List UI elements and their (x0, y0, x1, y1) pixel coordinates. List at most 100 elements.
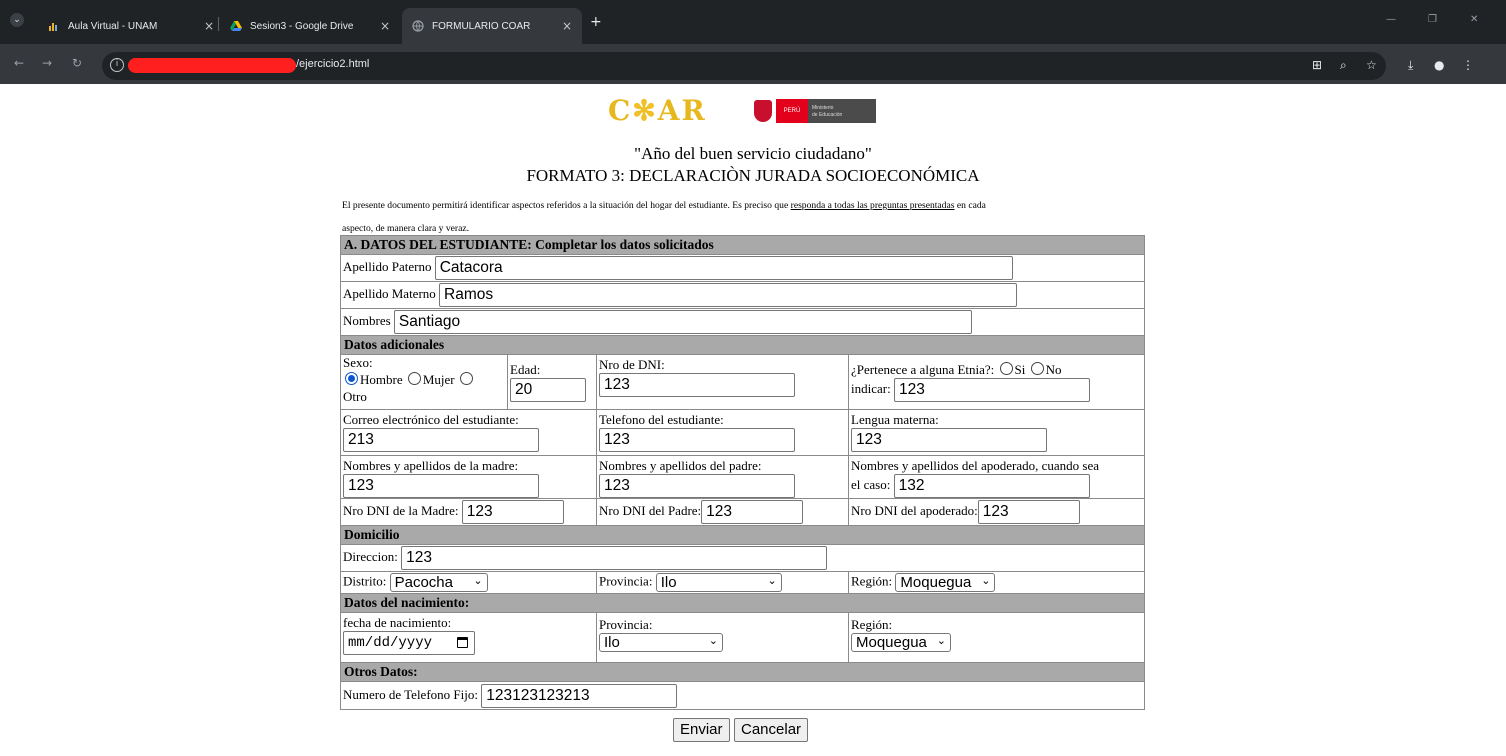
dni-label: Nro de DNI: (599, 357, 665, 372)
intro-text: El presente documento permitirá identifi… (342, 194, 1002, 240)
etnia-no-radio[interactable] (1030, 362, 1044, 375)
profile-icon[interactable]: ● (1434, 58, 1444, 72)
reload-icon[interactable]: ↻ (72, 56, 82, 70)
edad-label: Edad: (510, 362, 541, 377)
apellido-materno-input[interactable] (439, 283, 1018, 307)
dni-input[interactable] (599, 373, 795, 397)
nac-region-select[interactable]: Moquegua ⌄ (851, 633, 951, 652)
sexo-mujer-radio[interactable] (407, 372, 421, 385)
nac-provincia-label: Provincia: (599, 617, 653, 632)
cell-lengua: Lengua materna: (848, 409, 1145, 456)
region-label: Región: (851, 573, 893, 589)
apoderado-input[interactable] (893, 474, 1090, 498)
tab-google-drive[interactable]: Sesion3 - Google Drive × (220, 8, 400, 44)
etnia-label: ¿Pertenece a alguna Etnia?: (851, 362, 995, 377)
download-icon[interactable]: ⤓ (1408, 58, 1413, 73)
url-text: /ejercicio2.html (296, 58, 370, 70)
cell-region: Región: Moquegua ⌄ (848, 571, 1145, 594)
cell-dni-padre: Nro DNI del Padre: (596, 498, 849, 526)
padre-label: Nombres y apellidos del padre: (599, 458, 762, 473)
page-title: FORMATO 3: DECLARACIÒN JURADA SOCIOECONÓ… (526, 166, 980, 185)
chevron-down-icon: ⌄ (708, 634, 718, 647)
peru-shield-icon (754, 100, 772, 122)
cell-apoderado: Nombres y apellidos del apoderado, cuand… (848, 455, 1145, 499)
telefono-fijo-input[interactable] (481, 683, 678, 708)
lengua-input[interactable] (851, 428, 1047, 452)
apellido-paterno-input[interactable] (434, 256, 1013, 280)
tab-formulario-coar[interactable]: FORMULARIO COAR × (402, 8, 582, 44)
etnia-no-label: No (1045, 362, 1062, 377)
provincia-label: Provincia: (599, 573, 653, 589)
section-otros: Otros Datos: (340, 662, 1145, 682)
dni-apoderado-input[interactable] (977, 500, 1080, 524)
sexo-hombre-radio[interactable] (345, 372, 358, 385)
nac-provincia-value: Ilo (604, 634, 620, 651)
provincia-select[interactable]: Ilo ⌄ (655, 573, 782, 592)
cell-nac-region: Región: Moquegua ⌄ (848, 612, 1145, 663)
cell-dni-madre: Nro DNI de la Madre: (340, 498, 597, 526)
nombres-label: Nombres (343, 312, 391, 328)
dni-madre-input[interactable] (461, 500, 564, 524)
edad-input[interactable] (510, 378, 586, 402)
intro-emphasis: responda a todas las preguntas presentad… (790, 200, 955, 211)
sexo-otro-radio[interactable] (459, 372, 473, 385)
cell-etnia: ¿Pertenece a alguna Etnia?: Si No indica… (848, 354, 1145, 410)
back-icon[interactable]: ← (14, 56, 24, 70)
cell-madre: Nombres y apellidos de la madre: (340, 455, 597, 499)
address-bar[interactable]: i /ejercicio2.html (102, 52, 1386, 80)
window-close-icon[interactable]: ✕ (1470, 14, 1478, 25)
minedu-badge: Ministerio de Educación (808, 99, 876, 123)
sexo-mujer-label: Mujer (422, 372, 455, 387)
nombres-input[interactable] (393, 310, 972, 334)
tab-search-icon[interactable]: ⌄ (10, 13, 24, 27)
minedu-line2: de Educación (812, 112, 843, 118)
etnia-si-radio[interactable] (999, 362, 1013, 375)
fecha-nacimiento-input[interactable]: mm/dd/yyyy (343, 631, 475, 655)
tab-strip: ⌄ Aula Virtual - UNAM × Sesion3 - Google… (0, 0, 1506, 44)
madre-input[interactable] (343, 474, 539, 498)
close-tab-icon[interactable]: × (204, 19, 214, 33)
translate-icon[interactable]: ⊞ (1312, 58, 1322, 72)
new-tab-icon[interactable]: + (590, 14, 602, 30)
distrito-select[interactable]: Pacocha ⌄ (389, 573, 488, 592)
cell-dni: Nro de DNI: (596, 354, 849, 410)
google-drive-icon (230, 21, 242, 31)
minimize-icon[interactable]: — (1386, 14, 1396, 25)
calendar-icon[interactable] (457, 637, 468, 648)
telefono-input[interactable] (599, 428, 795, 452)
etnia-indicar-input[interactable] (893, 378, 1090, 402)
padre-input[interactable] (599, 474, 795, 498)
site-info-icon[interactable]: i (110, 58, 124, 72)
bookmark-star-icon[interactable]: ☆ (1366, 58, 1377, 72)
apoderado-label: Nombres y apellidos del apoderado, cuand… (851, 458, 1100, 473)
dni-padre-input[interactable] (701, 500, 804, 524)
cancelar-button[interactable]: Cancelar (734, 718, 809, 742)
row-apellido-paterno: Apellido Paterno (340, 254, 1145, 282)
close-tab-icon[interactable]: × (562, 19, 572, 33)
direccion-input[interactable] (401, 546, 828, 570)
fecha-placeholder: mm/dd/yyyy (348, 635, 433, 651)
madre-label: Nombres y apellidos de la madre: (343, 458, 519, 473)
close-tab-icon[interactable]: × (380, 19, 390, 33)
telefono-label: Telefono del estudiante: (599, 412, 724, 427)
chevron-down-icon: ⌄ (767, 574, 777, 587)
intro-part1: El presente documento permitirá identifi… (342, 200, 791, 211)
tab-aula-virtual[interactable]: Aula Virtual - UNAM × (38, 8, 224, 44)
sexo-otro-label: Otro (343, 389, 367, 404)
correo-input[interactable] (343, 428, 539, 452)
cell-nac-provincia: Provincia: Ilo ⌄ (596, 612, 849, 663)
section-domicilio: Domicilio (340, 525, 1145, 545)
tab-title: Aula Virtual - UNAM (68, 20, 158, 32)
zoom-icon[interactable]: ⌕ (1340, 58, 1347, 73)
more-menu-icon[interactable]: ⋮ (1462, 58, 1474, 72)
section-estudiante: A. DATOS DEL ESTUDIANTE: Completar los d… (340, 235, 1145, 255)
nac-provincia-select[interactable]: Ilo ⌄ (599, 633, 723, 652)
lengua-label: Lengua materna: (851, 412, 939, 427)
enviar-button[interactable]: Enviar (673, 718, 730, 742)
chevron-down-icon: ⌄ (981, 574, 991, 587)
region-select[interactable]: Moquegua ⌄ (895, 573, 996, 592)
forward-icon[interactable]: → (42, 56, 52, 70)
minedu-line1: Ministerio (812, 105, 834, 111)
restore-icon[interactable]: ❐ (1428, 14, 1437, 25)
cell-dni-apoderado: Nro DNI del apoderado: (848, 498, 1145, 526)
